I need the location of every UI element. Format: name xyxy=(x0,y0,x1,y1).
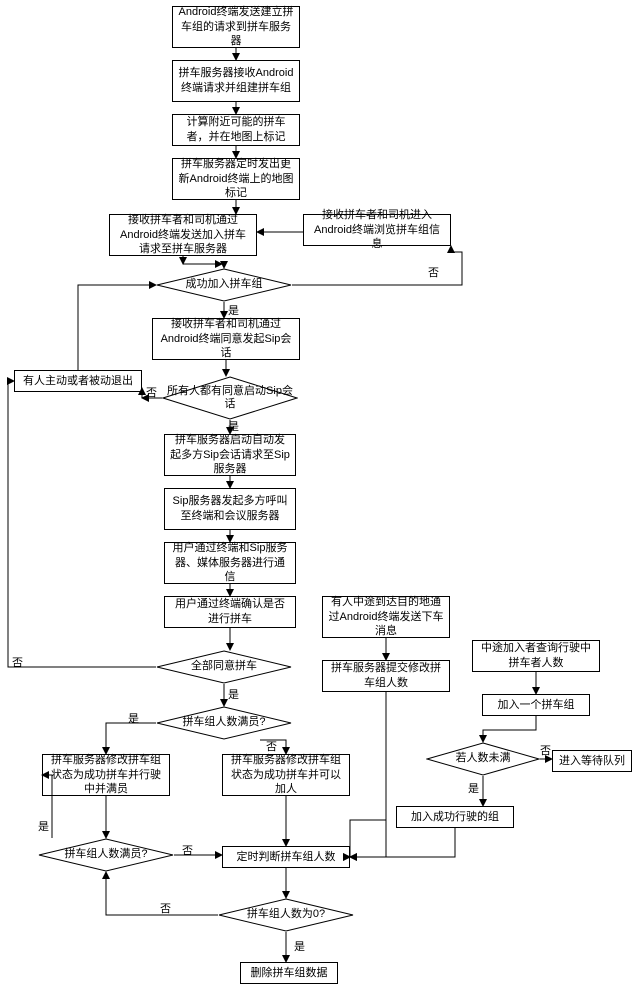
node-n3: 计算附近可能的拼车者，并在地图上标记 xyxy=(172,114,300,146)
node-d1: 成功加入拼车组 xyxy=(156,268,292,302)
node-text: 用户通过终端确认是否进行拼车 xyxy=(170,597,290,627)
node-text: 拼车服务器修改拼车组状态为成功拼车并行驶中并满员 xyxy=(48,753,164,798)
node-text: 拼车服务器修改拼车组状态为成功拼车并可以加人 xyxy=(228,753,344,798)
node-text: 拼车组人数为0? xyxy=(247,908,325,921)
label-yes: 是 xyxy=(294,938,305,954)
node-d6: 拼车组人数为0? xyxy=(218,898,354,932)
node-dr: 若人数未满 xyxy=(426,742,540,776)
node-n5b: 接收拼车者和司机进入Android终端浏览拼车组信息 xyxy=(303,214,451,246)
label-no: 否 xyxy=(12,654,23,670)
node-r6: 进入等待队列 xyxy=(552,750,632,772)
label-no: 否 xyxy=(540,742,551,758)
node-text: 接收拼车者和司机通过Android终端同意发起Sip会话 xyxy=(158,317,294,362)
node-n13: 定时判断拼车组人数 xyxy=(222,846,350,868)
node-n9: 用户通过终端和Sip服务器、媒体服务器进行通信 xyxy=(164,542,296,584)
label-yes: 是 xyxy=(228,418,239,434)
node-text: 所有人都有同意启动Sip会话 xyxy=(162,385,298,411)
label-no: 否 xyxy=(146,384,157,400)
node-text: 中途加入者查询行驶中拼车者人数 xyxy=(478,641,594,671)
node-text: 若人数未满 xyxy=(456,752,511,765)
node-text: 全部同意拼车 xyxy=(191,660,257,673)
node-text: 加入一个拼车组 xyxy=(498,698,575,713)
node-text: 拼车服务器接收Android终端请求并组建拼车组 xyxy=(178,66,294,96)
node-text: 有人中途到达目的地通过Android终端发送下车消息 xyxy=(328,595,444,640)
node-text: 用户通过终端和Sip服务器、媒体服务器进行通信 xyxy=(170,541,290,586)
node-text: 拼车服务器定时发出更新Android终端上的地图标记 xyxy=(178,157,294,202)
label-yes: 是 xyxy=(38,818,49,834)
node-n4: 拼车服务器定时发出更新Android终端上的地图标记 xyxy=(172,158,300,200)
label-no: 否 xyxy=(266,738,277,754)
label-yes: 是 xyxy=(228,302,239,318)
node-n12: 拼车服务器修改拼车组状态为成功拼车并可以加人 xyxy=(222,754,350,796)
node-d2: 所有人都有同意启动Sip会话 xyxy=(162,376,298,420)
node-text: 接收拼车者和司机通过Android终端发送加入拼车请求至拼车服务器 xyxy=(115,213,251,258)
node-r3: 中途加入者查询行驶中拼车者人数 xyxy=(472,640,600,672)
node-n14: 删除拼车组数据 xyxy=(240,962,338,984)
node-n5: 接收拼车者和司机通过Android终端发送加入拼车请求至拼车服务器 xyxy=(109,214,257,256)
node-r2: 拼车服务器提交修改拼车组人数 xyxy=(322,660,450,692)
node-text: 接收拼车者和司机进入Android终端浏览拼车组信息 xyxy=(309,208,445,253)
label-no: 否 xyxy=(182,842,193,858)
node-text: Sip服务器发起多方呼叫至终端和会议服务器 xyxy=(170,494,290,524)
node-r4: 加入一个拼车组 xyxy=(482,694,590,716)
node-text: 成功加入拼车组 xyxy=(186,278,263,291)
node-text: 拼车组人数满员? xyxy=(64,848,147,861)
node-text: 定时判断拼车组人数 xyxy=(237,850,336,865)
label-yes: 是 xyxy=(468,780,479,796)
node-d3: 全部同意拼车 xyxy=(156,650,292,684)
node-r5: 加入成功行驶的组 xyxy=(396,806,514,828)
node-text: 计算附近可能的拼车者，并在地图上标记 xyxy=(178,115,294,145)
node-text: 拼车服务器提交修改拼车组人数 xyxy=(328,661,444,691)
node-text: 拼车服务器启动自动发起多方Sip会话请求至Sip服务器 xyxy=(170,433,290,478)
node-n7: 拼车服务器启动自动发起多方Sip会话请求至Sip服务器 xyxy=(164,434,296,476)
node-n10: 用户通过终端确认是否进行拼车 xyxy=(164,596,296,628)
node-d4: 拼车组人数满员? xyxy=(156,706,292,740)
node-text: 删除拼车组数据 xyxy=(251,966,328,981)
label-no: 否 xyxy=(428,264,439,280)
label-no: 否 xyxy=(160,900,171,916)
node-l1: 有人主动或者被动退出 xyxy=(14,370,142,392)
node-text: 拼车组人数满员? xyxy=(182,716,265,729)
node-r1: 有人中途到达目的地通过Android终端发送下车消息 xyxy=(322,596,450,638)
node-d5: 拼车组人数满员? xyxy=(38,838,174,872)
node-n1: Android终端发送建立拼车组的请求到拼车服务器 xyxy=(172,6,300,48)
node-n6: 接收拼车者和司机通过Android终端同意发起Sip会话 xyxy=(152,318,300,360)
node-text: Android终端发送建立拼车组的请求到拼车服务器 xyxy=(178,5,294,50)
node-n8: Sip服务器发起多方呼叫至终端和会议服务器 xyxy=(164,488,296,530)
node-n2: 拼车服务器接收Android终端请求并组建拼车组 xyxy=(172,60,300,102)
node-text: 加入成功行驶的组 xyxy=(411,810,499,825)
label-yes: 是 xyxy=(128,710,139,726)
label-yes: 是 xyxy=(228,686,239,702)
node-text: 有人主动或者被动退出 xyxy=(23,374,133,389)
node-n11: 拼车服务器修改拼车组状态为成功拼车并行驶中并满员 xyxy=(42,754,170,796)
node-text: 进入等待队列 xyxy=(559,754,625,769)
